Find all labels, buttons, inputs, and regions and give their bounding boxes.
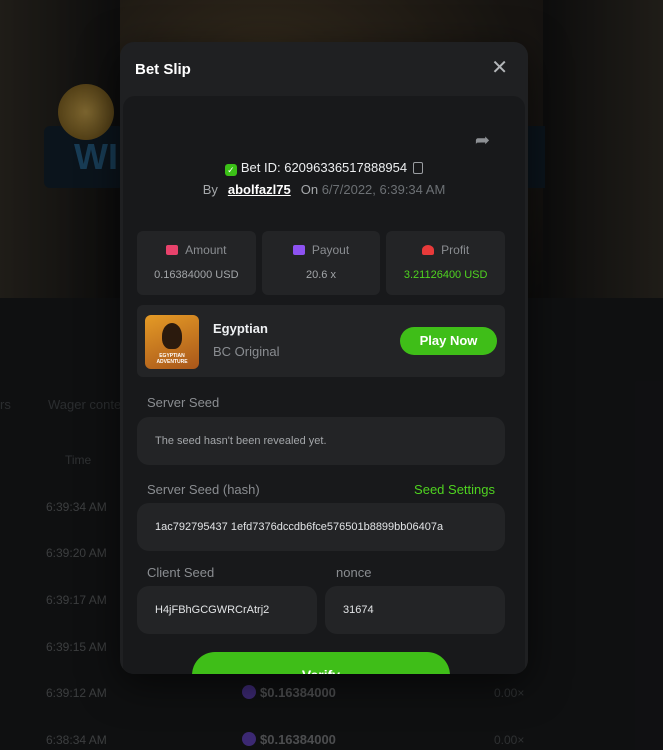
game-card: EGYPTIAN ADVENTURE Egyptian BC Original … — [137, 305, 505, 377]
wallet-icon — [292, 245, 305, 255]
pharaoh-icon — [162, 323, 182, 349]
stat-profit: Profit 3.21126400 USD — [386, 231, 506, 295]
modal-title: Bet Slip — [135, 61, 191, 78]
bet-id-row: ✓ Bet ID: 620963365178889​54 — [120, 160, 528, 176]
nonce-label: nonce — [336, 565, 372, 580]
amount-icon — [166, 245, 179, 255]
stat-amount: Amount 0.16384000 USD — [137, 231, 256, 295]
modal-header: Bet Slip ✕ — [120, 42, 528, 94]
seed-settings-link[interactable]: Seed Settings — [414, 482, 495, 497]
game-provider: BC Original — [213, 344, 280, 359]
profit-icon — [422, 245, 435, 255]
nonce-field[interactable]: 31674 — [325, 586, 505, 634]
stat-amount-value: 0.16384000 USD — [154, 269, 239, 281]
game-thumbnail[interactable]: EGYPTIAN ADVENTURE — [145, 315, 199, 369]
username-link[interactable]: abolfazl75 — [228, 182, 291, 197]
share-icon[interactable]: ➦ — [475, 130, 490, 151]
bet-stats: Amount 0.16384000 USD Payout 20.6 x Prof… — [137, 231, 506, 295]
close-icon[interactable]: ✕ — [491, 58, 508, 78]
on-label: On — [300, 182, 319, 197]
server-seed-hash-field[interactable]: 1ac792795437 1efd7376dccdb6fce576501b889… — [137, 503, 505, 551]
bet-id: Bet ID: 620963365178889​54 — [240, 160, 408, 175]
bet-slip-modal: Bet Slip ✕ ➦ ✓ Bet ID: 620963365178889​54… — [120, 42, 528, 674]
server-seed-field[interactable]: The seed hasn't been revealed yet. — [137, 417, 505, 465]
server-seed-hash-label: Server Seed (hash) — [147, 482, 260, 497]
bet-byline: By abolfazl75 On 6/7/2022, 6:39:34 AM — [120, 182, 528, 197]
stat-payout-value: 20.6 x — [306, 269, 336, 281]
game-name: Egyptian — [213, 321, 268, 336]
client-seed-field[interactable]: H4jFBhGCGWRCrAtrj2 — [137, 586, 317, 634]
server-seed-label: Server Seed — [147, 395, 220, 410]
verified-shield-icon: ✓ — [224, 164, 237, 176]
stat-payout: Payout 20.6 x — [261, 231, 381, 295]
by-label: By — [202, 182, 218, 197]
verify-button[interactable]: Verify — [192, 652, 450, 674]
stat-profit-value: 3.21126400 USD — [403, 269, 488, 281]
copy-icon[interactable] — [413, 162, 424, 174]
play-now-button[interactable]: Play Now — [400, 327, 497, 355]
client-seed-label: Client Seed — [147, 565, 215, 580]
bet-date: 6/7/2022, 6:39:34 AM — [321, 182, 446, 197]
